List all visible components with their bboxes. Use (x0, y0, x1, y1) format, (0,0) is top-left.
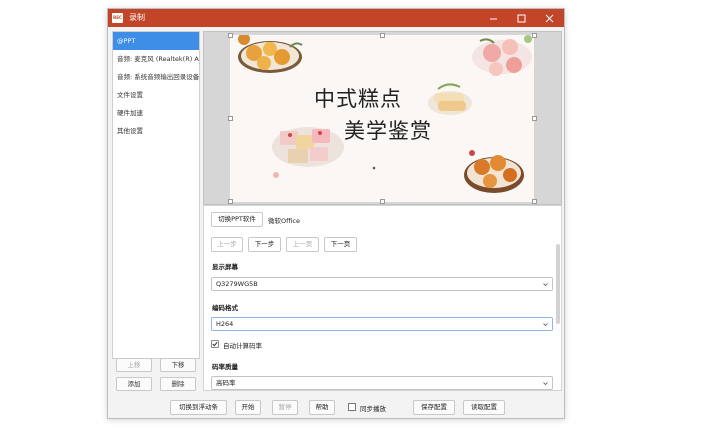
next-page-button[interactable]: 下一页 (324, 237, 357, 252)
checkmark-icon (212, 341, 218, 347)
save-config-button[interactable]: 保存配置 (413, 400, 455, 415)
move-up-button[interactable]: 上移 (116, 358, 152, 372)
sync-play-label: 同步播放 (360, 405, 386, 413)
minimize-button[interactable] (480, 9, 506, 27)
minimize-icon (489, 18, 497, 19)
settings-panel: 切换PPT软件 微软Office 上一步 下一步 上一页 下一页 显示屏幕 Q3… (203, 205, 562, 391)
resize-handle[interactable] (532, 116, 537, 121)
resize-handle[interactable] (380, 33, 385, 38)
encoding-format-value: H264 (216, 320, 234, 328)
roll-cakes-right-illustration (428, 83, 472, 115)
source-item-hardware-accel[interactable]: 硬件加速 (113, 104, 199, 122)
prev-page-button[interactable]: 上一页 (286, 237, 319, 252)
auto-bitrate-label: 自动计算码率 (223, 342, 262, 350)
resize-handle[interactable] (532, 199, 537, 204)
panel-scrollbar[interactable] (556, 244, 560, 324)
slide-preview[interactable]: 中式糕点 美学鉴赏 (203, 31, 562, 205)
pause-button[interactable]: 暂停 (272, 400, 298, 415)
slide-title-line-1: 中式糕点 (314, 87, 402, 111)
layered-cakes-left-illustration (272, 127, 344, 178)
sync-play-checkbox[interactable] (348, 403, 356, 411)
source-item-system-audio[interactable]: 音频: 系统音频输出回录设备 (113, 68, 199, 86)
load-config-button[interactable]: 读取配置 (463, 400, 505, 415)
bitrate-quality-label: 码率质量 (212, 363, 238, 371)
bitrate-quality-value: 高码率 (216, 379, 236, 387)
bitrate-quality-select[interactable]: 高码率 (211, 376, 553, 390)
source-item-ppt[interactable]: @PPT (113, 32, 199, 50)
resize-handle[interactable] (228, 33, 233, 38)
close-button[interactable] (536, 9, 562, 27)
switch-to-float-bar-button[interactable]: 切换到浮动条 (170, 400, 227, 415)
start-button[interactable]: 开始 (235, 400, 261, 415)
help-button[interactable]: 帮助 (309, 400, 335, 415)
peach-buns-top-right-illustration (472, 35, 532, 76)
resize-handle[interactable] (380, 199, 385, 204)
slide-title-line-2: 美学鉴赏 (344, 119, 432, 143)
title-bar[interactable]: REC 录制 (108, 9, 564, 27)
display-screen-label: 显示屏幕 (212, 263, 238, 271)
switch-ppt-software-button[interactable]: 切换PPT软件 (211, 212, 263, 227)
remove-source-button[interactable]: 删除 (160, 377, 196, 391)
resize-handle[interactable] (532, 33, 537, 38)
maximize-icon (517, 14, 525, 22)
window-title: 录制 (129, 13, 145, 22)
maximize-button[interactable] (508, 9, 534, 27)
app-icon: REC (112, 13, 123, 23)
auto-bitrate-checkbox[interactable] (211, 340, 219, 348)
mooncake-plate-bottom-right-illustration (464, 150, 524, 193)
resize-handle[interactable] (228, 116, 233, 121)
recorder-window: REC 录制 @PPT 音频: 麦克风 (Realtek(R) Au 音频: 系… (107, 8, 565, 419)
source-item-file-settings[interactable]: 文件设置 (113, 86, 199, 104)
source-item-microphone[interactable]: 音频: 麦克风 (Realtek(R) Au (113, 50, 199, 68)
display-screen-value: Q3279WG5B (216, 280, 258, 288)
prev-step-button[interactable]: 上一步 (211, 237, 243, 252)
resize-handle[interactable] (228, 199, 233, 204)
chevron-down-icon (543, 323, 548, 327)
slide-canvas: 中式糕点 美学鉴赏 (230, 35, 534, 202)
move-down-button[interactable]: 下移 (160, 358, 196, 372)
office-label: 微软Office (268, 217, 300, 225)
chevron-down-icon (543, 382, 548, 386)
display-screen-select[interactable]: Q3279WG5B (211, 277, 553, 291)
encoding-format-select[interactable]: H264 (211, 317, 553, 331)
pastry-plate-top-left-illustration (238, 35, 303, 73)
add-source-button[interactable]: 添加 (116, 377, 152, 391)
next-step-button[interactable]: 下一步 (248, 237, 281, 252)
source-item-other-settings[interactable]: 其他设置 (113, 122, 199, 140)
chevron-down-icon (543, 283, 548, 287)
encoding-format-label: 编码格式 (212, 304, 238, 312)
source-list: @PPT 音频: 麦克风 (Realtek(R) Au 音频: 系统音频输出回录… (112, 31, 200, 359)
close-icon (545, 14, 553, 22)
